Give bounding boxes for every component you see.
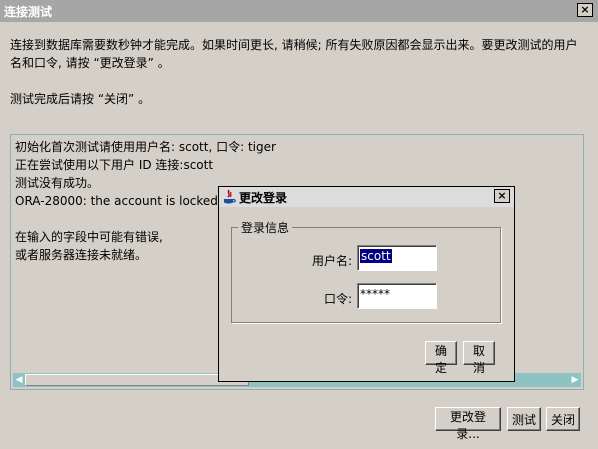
dialog-close-button[interactable]: × <box>494 189 510 203</box>
scrollbar-thumb[interactable] <box>25 374 249 386</box>
description-line-3: 测试完成后请按 “关闭” 。 <box>10 92 151 106</box>
dialog-title: 更改登录 <box>239 191 288 205</box>
cancel-button[interactable]: 取消 <box>463 341 495 375</box>
dialog-title-bar: 更改登录 × <box>219 187 514 207</box>
scroll-right-icon[interactable]: ▶ <box>569 373 581 387</box>
password-label: 口令: <box>323 292 352 306</box>
result-line: 正在尝试使用以下用户 ID 连接:scott <box>15 158 214 172</box>
username-value: scott <box>360 249 392 263</box>
group-title: 登录信息 <box>238 219 293 236</box>
description-text: 连接到数据库需要数秒钟才能完成。如果时间更长, 请稍候; 所有失败原因都会显示出… <box>10 36 590 72</box>
description-line-2: 名和口令, 请按 “更改登录” 。 <box>10 56 170 70</box>
username-label: 用户名: <box>311 254 352 268</box>
close-button[interactable]: 关闭 <box>546 407 580 431</box>
change-login-dialog: 更改登录 × 登录信息 用户名: scott 口令: ***** 确定 取消 <box>218 186 515 382</box>
java-icon <box>224 189 236 204</box>
login-info-group: 登录信息 用户名: scott 口令: ***** <box>231 219 501 323</box>
password-input[interactable]: ***** <box>357 283 437 309</box>
window-title: 连接测试 <box>4 5 53 19</box>
password-value: ***** <box>360 287 390 301</box>
window-title-bar: 连接测试 × <box>0 0 598 22</box>
window-close-button[interactable]: × <box>577 3 593 17</box>
change-login-button[interactable]: 更改登录... <box>435 407 501 441</box>
username-input[interactable]: scott <box>357 245 437 271</box>
result-line: 初始化首次测试请使用用户名: scott, 口令: tiger <box>15 140 276 154</box>
test-button[interactable]: 测试 <box>507 407 541 431</box>
description-line-1: 连接到数据库需要数秒钟才能完成。如果时间更长, 请稍候; 所有失败原因都会显示出… <box>10 38 578 52</box>
ok-button[interactable]: 确定 <box>425 341 457 375</box>
scroll-left-icon[interactable]: ◀ <box>13 373 25 387</box>
